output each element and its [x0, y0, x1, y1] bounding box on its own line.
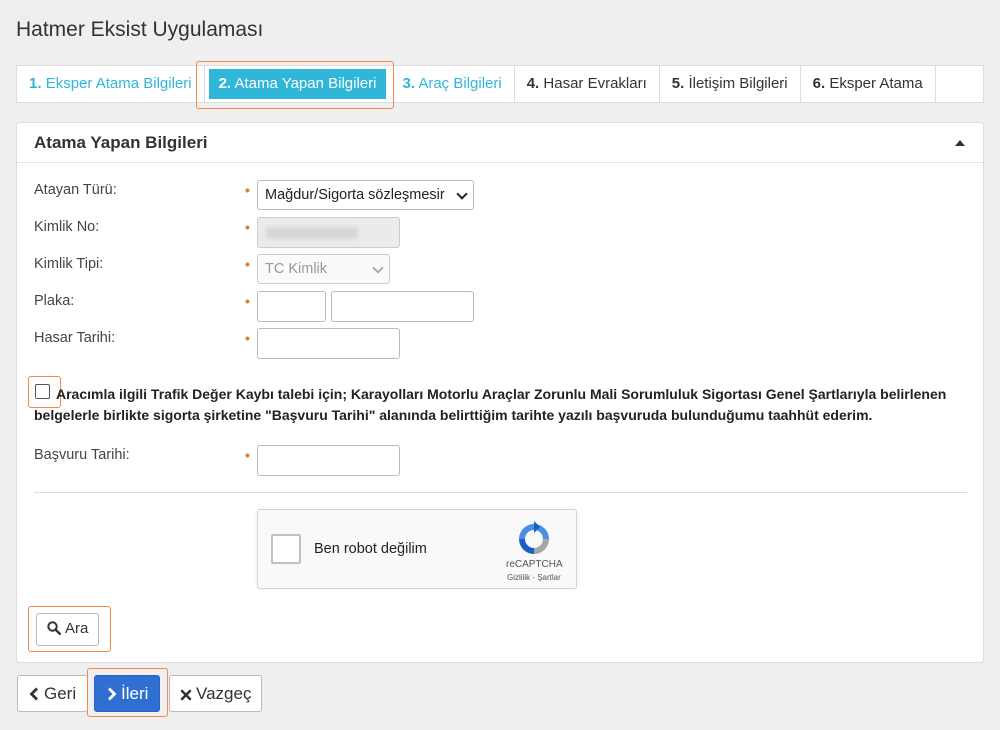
chevron-right-icon — [108, 687, 117, 701]
basvuru-tarihi-input[interactable] — [257, 445, 400, 476]
tab-eksper-atama-bilgileri[interactable]: 1. Eksper Atama Bilgileri — [17, 66, 205, 102]
hasar-tarihi-input[interactable] — [257, 328, 400, 359]
required-marker: • — [245, 256, 250, 272]
kimlik-no-input[interactable] — [257, 217, 400, 248]
tab-hasar-evraklari[interactable]: 4. Hasar Evrakları — [515, 66, 660, 102]
recaptcha-links[interactable]: Gizlilik - Şartlar — [507, 573, 561, 582]
required-marker: • — [245, 182, 250, 198]
hasar-tarihi-label: Hasar Tarihi: — [34, 330, 116, 346]
tab-iletisim-bilgileri[interactable]: 5. İletişim Bilgileri — [660, 66, 801, 102]
recaptcha-checkbox[interactable] — [271, 534, 301, 564]
chevron-left-icon — [29, 687, 38, 701]
next-button[interactable]: İleri — [94, 675, 161, 712]
app-title: Hatmer Eksist Uygulaması — [16, 18, 264, 41]
required-marker: • — [245, 447, 250, 463]
required-marker: • — [245, 330, 250, 346]
kimlik-no-label: Kimlik No: — [34, 219, 100, 235]
kimlik-tipi-label: Kimlik Tipi: — [34, 256, 104, 272]
tab-eksper-atama[interactable]: 6. Eksper Atama — [801, 66, 936, 102]
kimlik-tipi-select[interactable]: TC Kimlik — [257, 254, 390, 284]
recaptcha-label: Ben robot değilim — [314, 541, 427, 557]
cancel-button[interactable]: Vazgeç — [169, 675, 263, 712]
basvuru-tarihi-label: Başvuru Tarihi: — [34, 447, 130, 463]
atayan-turu-select[interactable]: Mağdur/Sigorta sözleşmesir — [257, 180, 474, 210]
consent-text: Aracımla ilgili Trafik Değer Kaybı taleb… — [34, 386, 947, 423]
required-marker: • — [245, 219, 250, 235]
chevron-down-icon — [456, 188, 468, 200]
divider — [34, 492, 967, 493]
back-button[interactable]: Geri — [17, 675, 89, 712]
required-marker: • — [245, 293, 250, 309]
tab-arac-bilgileri[interactable]: 3. Araç Bilgileri — [390, 66, 515, 102]
atayan-turu-label: Atayan Türü: — [34, 182, 117, 198]
recaptcha-logo-icon — [519, 521, 549, 554]
plaka-label: Plaka: — [34, 293, 75, 309]
tab-atama-yapan-bilgileri[interactable]: 2. Atama Yapan Bilgileri — [208, 69, 387, 99]
wizard-tabs: 1. Eksper Atama Bilgileri 2. Atama Yapan… — [16, 65, 984, 103]
consent-checkbox[interactable] — [35, 384, 50, 399]
panel-header[interactable]: Atama Yapan Bilgileri — [17, 123, 983, 163]
ara-button[interactable]: Ara — [36, 613, 100, 646]
blurred-id-value — [266, 227, 358, 239]
recaptcha-widget: Ben robot değilim reCAPTCHA Gizlilik - Ş… — [257, 509, 577, 589]
plaka-no-input[interactable] — [331, 291, 474, 322]
recaptcha-brand: reCAPTCHA — [506, 559, 563, 570]
search-icon — [47, 621, 62, 636]
collapse-icon[interactable] — [955, 140, 965, 146]
chevron-down-icon — [372, 262, 384, 274]
atama-yapan-panel: Atama Yapan Bilgileri Atayan Türü: • Mağ… — [16, 122, 984, 663]
panel-title: Atama Yapan Bilgileri — [34, 133, 208, 152]
close-icon — [180, 689, 192, 701]
plaka-il-input[interactable] — [257, 291, 326, 322]
